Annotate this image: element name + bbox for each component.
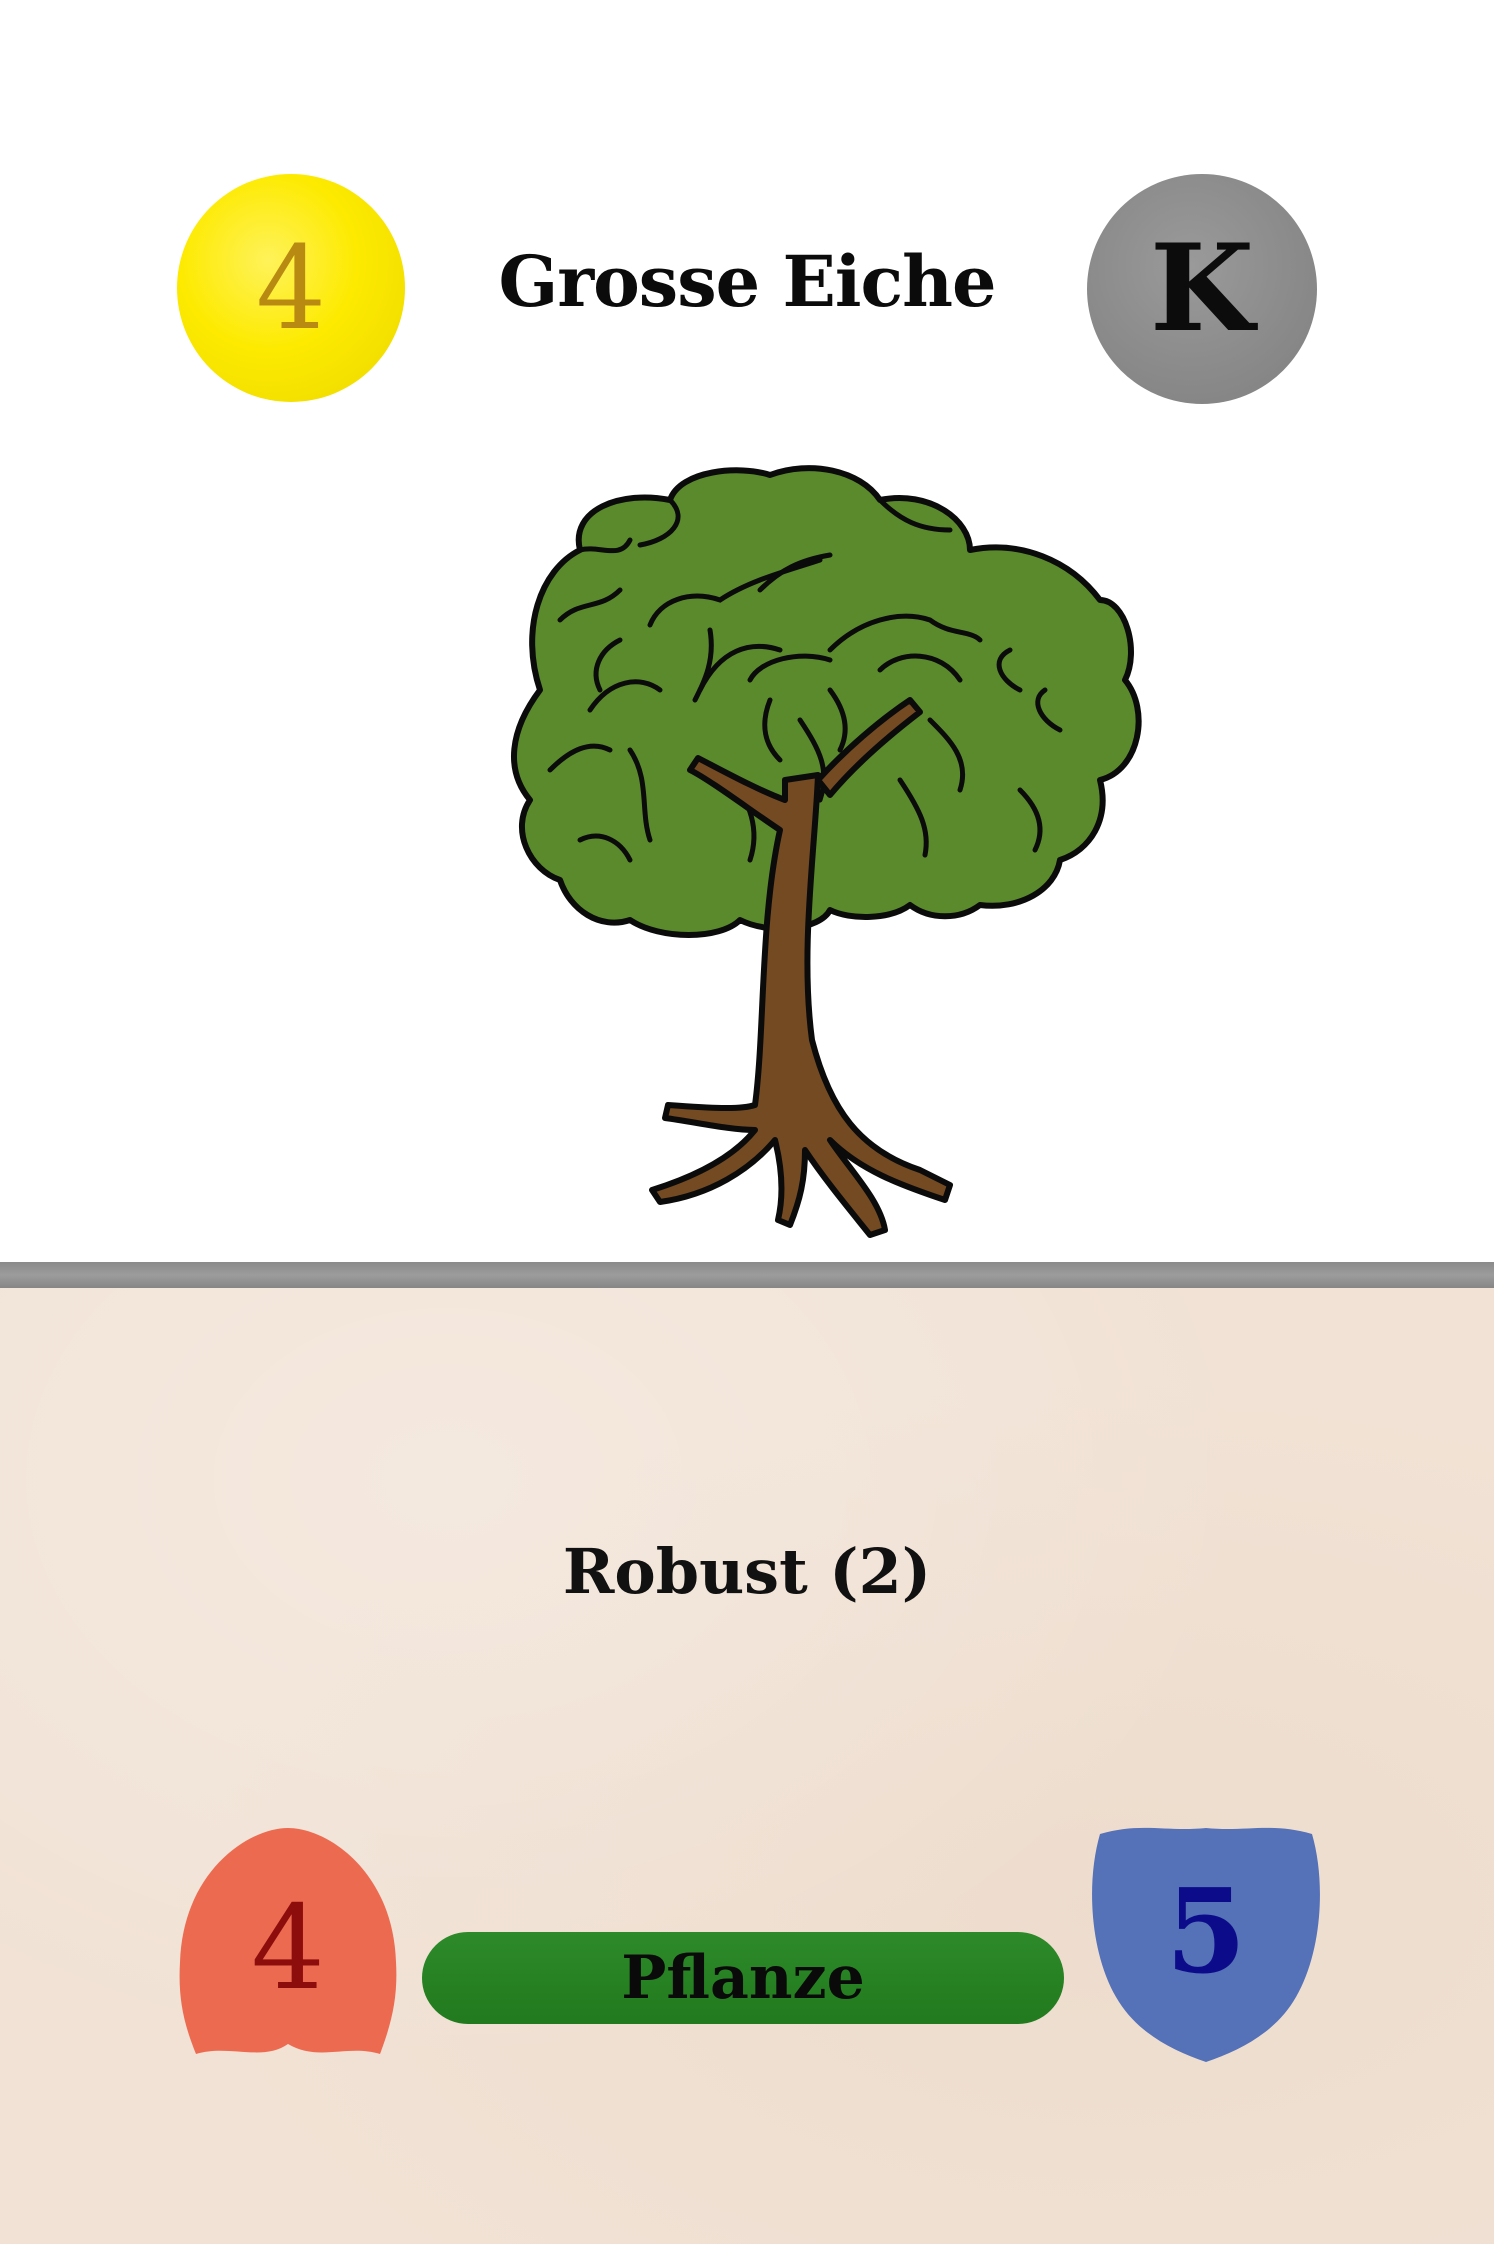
defense-stat: 5: [1086, 1822, 1326, 2062]
cost-coin: 4: [177, 174, 405, 402]
attack-value: 4: [251, 1881, 325, 2016]
card-title: Grosse Eiche: [498, 240, 996, 323]
type-coin: K: [1087, 174, 1317, 404]
ability-text: Robust (2): [562, 1535, 932, 1608]
card-text-panel: [0, 1288, 1494, 2244]
game-card[interactable]: 4 Grosse Eiche K Robust (2) 4 Pflanze 5: [0, 0, 1494, 2244]
card-top-panel: 4 Grosse Eiche K: [0, 0, 1494, 1262]
attack-stat: 4: [168, 1822, 408, 2062]
faction-banner: Pflanze: [422, 1932, 1064, 2024]
faction-label: Pflanze: [621, 1943, 865, 2013]
cost-value: 4: [256, 220, 326, 356]
defense-value: 5: [1165, 1864, 1247, 2000]
section-divider: [0, 1262, 1494, 1288]
type-letter: K: [1149, 218, 1255, 359]
tree-foliage: [511, 465, 1142, 938]
oak-tree-icon: [511, 465, 1142, 1238]
